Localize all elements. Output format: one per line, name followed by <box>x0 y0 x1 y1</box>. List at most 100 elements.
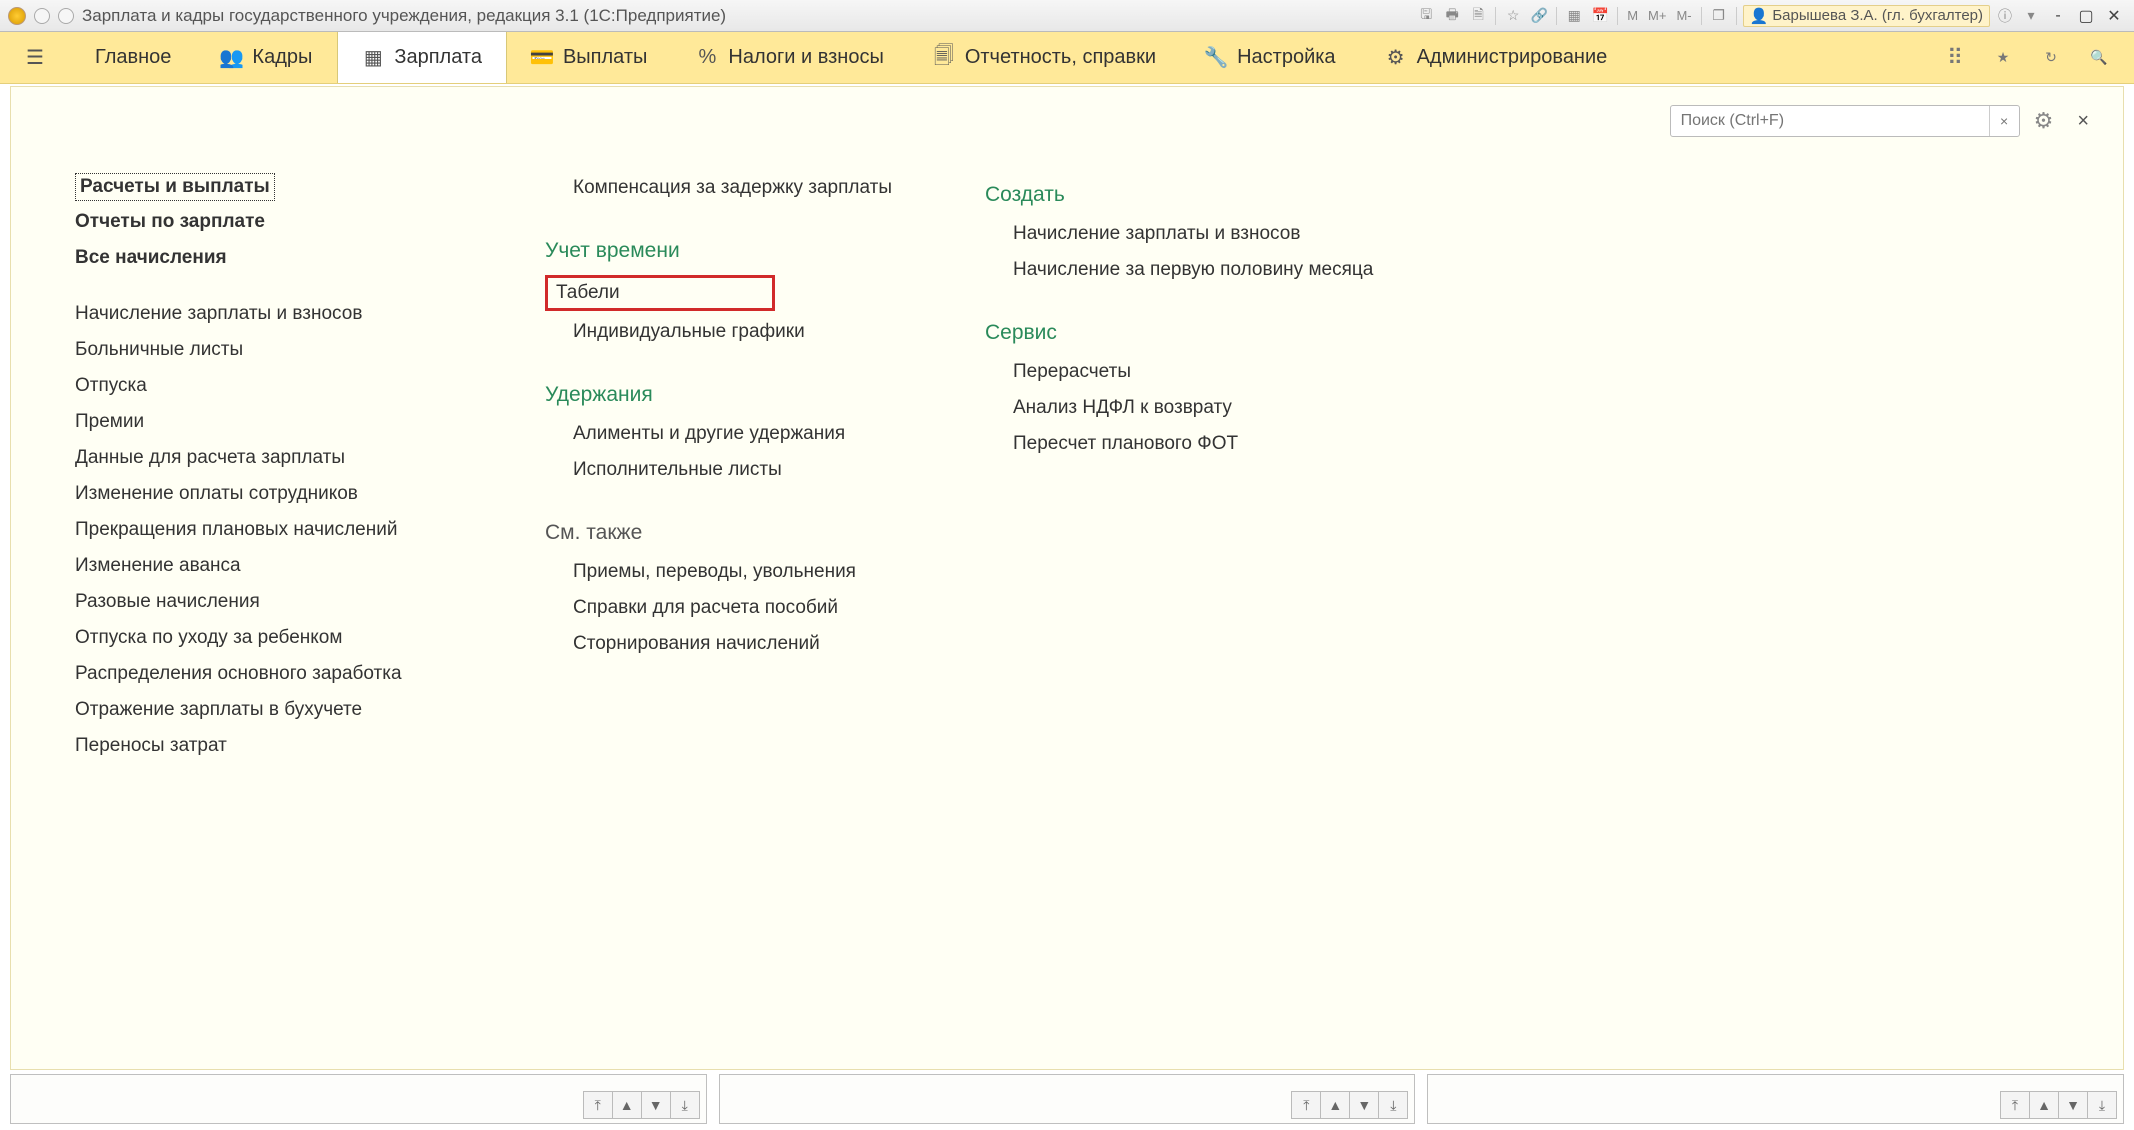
window-close[interactable]: ✕ <box>2102 6 2126 26</box>
toolbar-doc-icon[interactable]: 🗎 <box>1467 5 1489 27</box>
link-item[interactable]: Перерасчеты <box>985 357 1405 387</box>
titlebar-tools: 🖫 🖶 🗎 ☆ 🔗 ▦ 📅 M M+ M- ❐ 👤 Барышева З.А. … <box>1415 5 2126 27</box>
link-item[interactable]: Приемы, переводы, увольнения <box>545 557 925 587</box>
section-sm-takzhe: См. также <box>545 511 925 551</box>
column-right: Создать Начисление зарплаты и взносов На… <box>985 173 1405 761</box>
link-individualnye-grafiki[interactable]: Индивидуальные графики <box>545 317 925 347</box>
section-uderzhaniya: Удержания <box>545 373 925 413</box>
toolbar-link-icon[interactable]: 🔗 <box>1528 5 1550 27</box>
toolbar-grid-icon[interactable]: ▦ <box>1563 5 1585 27</box>
calc-m-plus[interactable]: M+ <box>1645 8 1669 23</box>
link-item[interactable]: Изменение оплаты сотрудников <box>75 479 485 509</box>
nav-item-nastroika[interactable]: 🔧 Настройка <box>1181 32 1360 83</box>
panel-scroll-bottom-icon[interactable]: ⤓ <box>670 1091 700 1119</box>
window-maximize[interactable]: ▢ <box>2074 6 2098 26</box>
link-item[interactable]: Начисление зарплаты и взносов <box>75 299 485 329</box>
link-tabeli-highlighted[interactable]: Табели <box>545 275 775 311</box>
link-item[interactable]: Больничные листы <box>75 335 485 365</box>
link-otchety-zarplata[interactable]: Отчеты по зарплате <box>75 207 485 237</box>
link-item[interactable]: Отпуска <box>75 371 485 401</box>
nav-item-admin[interactable]: ⚙ Администрирование <box>1361 32 1633 83</box>
nav-forward-icon[interactable] <box>58 8 74 24</box>
panel-scroll-down-icon[interactable]: ▼ <box>1349 1091 1379 1119</box>
gear-icon: ⚙ <box>1385 47 1407 69</box>
link-item[interactable]: Алименты и другие удержания <box>545 419 925 449</box>
panel-scroll-down-icon[interactable]: ▼ <box>641 1091 671 1119</box>
app-window: Зарплата и кадры государственного учрежд… <box>0 0 2134 1130</box>
wrench-icon: 🔧 <box>1205 47 1227 69</box>
toolbar-print-icon[interactable]: 🖶 <box>1441 5 1463 27</box>
nav-item-vyplaty[interactable]: 💳 Выплаты <box>507 32 672 83</box>
settings-gear-icon[interactable]: ⚙ <box>2030 106 2058 136</box>
panel-close-button[interactable]: × <box>2067 108 2099 135</box>
panel-scroll-top-icon[interactable]: ⤒ <box>1291 1091 1321 1119</box>
favorites-star-icon[interactable]: ★ <box>1990 45 2016 71</box>
nav-item-label: Налоги и взносы <box>728 46 883 69</box>
link-item[interactable]: Прекращения плановых начислений <box>75 515 485 545</box>
panel-scroll-down-icon[interactable]: ▼ <box>2058 1091 2088 1119</box>
columns: Расчеты и выплаты Отчеты по зарплате Все… <box>35 173 2099 761</box>
apps-grid-icon[interactable]: ⠿ <box>1942 45 1968 71</box>
link-item[interactable]: Пересчет планового ФОТ <box>985 429 1405 459</box>
nav-item-main[interactable]: Главное <box>71 32 196 83</box>
nav-item-nalogi[interactable]: % Налоги и взносы <box>672 32 908 83</box>
nav-right-tools: ⠿ ★ ↻ 🔍 <box>1920 32 2134 83</box>
link-item[interactable]: Начисление за первую половину месяца <box>985 255 1405 285</box>
user-name: Барышева З.А. (гл. бухгалтер) <box>1772 7 1983 24</box>
panel-scroll-top-icon[interactable]: ⤒ <box>2000 1091 2030 1119</box>
toolbar-dropdown-icon[interactable]: ▾ <box>2020 5 2042 27</box>
link-kompensatsiya[interactable]: Компенсация за задержку зарплаты <box>545 173 925 203</box>
nav-menu-button[interactable]: ☰ <box>0 32 71 83</box>
link-item[interactable]: Анализ НДФЛ к возврату <box>985 393 1405 423</box>
history-icon[interactable]: ↻ <box>2038 45 2064 71</box>
toolbar-star-icon[interactable]: ☆ <box>1502 5 1524 27</box>
link-vse-nachisleniya[interactable]: Все начисления <box>75 243 485 273</box>
hamburger-icon: ☰ <box>24 47 46 69</box>
link-item[interactable]: Начисление зарплаты и взносов <box>985 219 1405 249</box>
panel-scroll-top-icon[interactable]: ⤒ <box>583 1091 613 1119</box>
toolbar-save-icon[interactable]: 🖫 <box>1415 5 1437 27</box>
link-item[interactable]: Переносы затрат <box>75 731 485 761</box>
search-field[interactable]: × <box>1670 105 2020 137</box>
toolbar-window-icon[interactable]: ❐ <box>1708 5 1730 27</box>
toolbar-info-icon[interactable]: ⓘ <box>1994 5 2016 27</box>
nav-item-label: Настройка <box>1237 46 1335 69</box>
user-chip[interactable]: 👤 Барышева З.А. (гл. бухгалтер) <box>1743 5 1990 27</box>
nav-item-label: Зарплата <box>394 46 482 69</box>
panel-scroll-bottom-icon[interactable]: ⤓ <box>1378 1091 1408 1119</box>
search-icon[interactable]: 🔍 <box>2086 45 2112 71</box>
link-item[interactable]: Отпуска по уходу за ребенком <box>75 623 485 653</box>
link-item[interactable]: Справки для расчета пособий <box>545 593 925 623</box>
toolbar-calendar-icon[interactable]: 📅 <box>1589 5 1611 27</box>
nav-item-label: Администрирование <box>1417 46 1608 69</box>
app-icon <box>8 7 26 25</box>
calc-m-minus[interactable]: M- <box>1673 8 1694 23</box>
bottom-panels: ⤒ ▲ ▼ ⤓ ⤒ ▲ ▼ ⤓ ⤒ ▲ ▼ ⤓ <box>10 1074 2124 1124</box>
bottom-panel-2: ⤒ ▲ ▼ ⤓ <box>719 1074 1416 1124</box>
link-item[interactable]: Премии <box>75 407 485 437</box>
link-item[interactable]: Отражение зарплаты в бухучете <box>75 695 485 725</box>
window-minimize[interactable]: - <box>2046 6 2070 26</box>
calc-m[interactable]: M <box>1624 8 1641 23</box>
panel-scroll-bottom-icon[interactable]: ⤓ <box>2087 1091 2117 1119</box>
link-item[interactable]: Распределения основного заработка <box>75 659 485 689</box>
main-navigation: ☰ Главное 👥 Кадры ▦ Зарплата 💳 Выплаты %… <box>0 32 2134 84</box>
search-input[interactable] <box>1671 112 1989 130</box>
nav-item-kadry[interactable]: 👥 Кадры <box>196 32 337 83</box>
link-item[interactable]: Разовые начисления <box>75 587 485 617</box>
panel-scroll-up-icon[interactable]: ▲ <box>1320 1091 1350 1119</box>
user-icon: 👤 <box>1750 7 1769 25</box>
link-item[interactable]: Исполнительные листы <box>545 455 925 485</box>
nav-item-zarplata[interactable]: ▦ Зарплата <box>337 32 507 83</box>
people-icon: 👥 <box>220 47 242 69</box>
link-item[interactable]: Данные для расчета зарплаты <box>75 443 485 473</box>
link-raschety-vyplaty[interactable]: Расчеты и выплаты <box>75 173 275 201</box>
search-clear-button[interactable]: × <box>1989 106 2019 136</box>
panel-scroll-up-icon[interactable]: ▲ <box>612 1091 642 1119</box>
section-uchet-vremeni: Учет времени <box>545 229 925 269</box>
link-item[interactable]: Сторнирования начислений <box>545 629 925 659</box>
panel-scroll-up-icon[interactable]: ▲ <box>2029 1091 2059 1119</box>
nav-item-otchetnost[interactable]: 🗐 Отчетность, справки <box>909 32 1181 83</box>
nav-back-icon[interactable] <box>34 8 50 24</box>
link-item[interactable]: Изменение аванса <box>75 551 485 581</box>
